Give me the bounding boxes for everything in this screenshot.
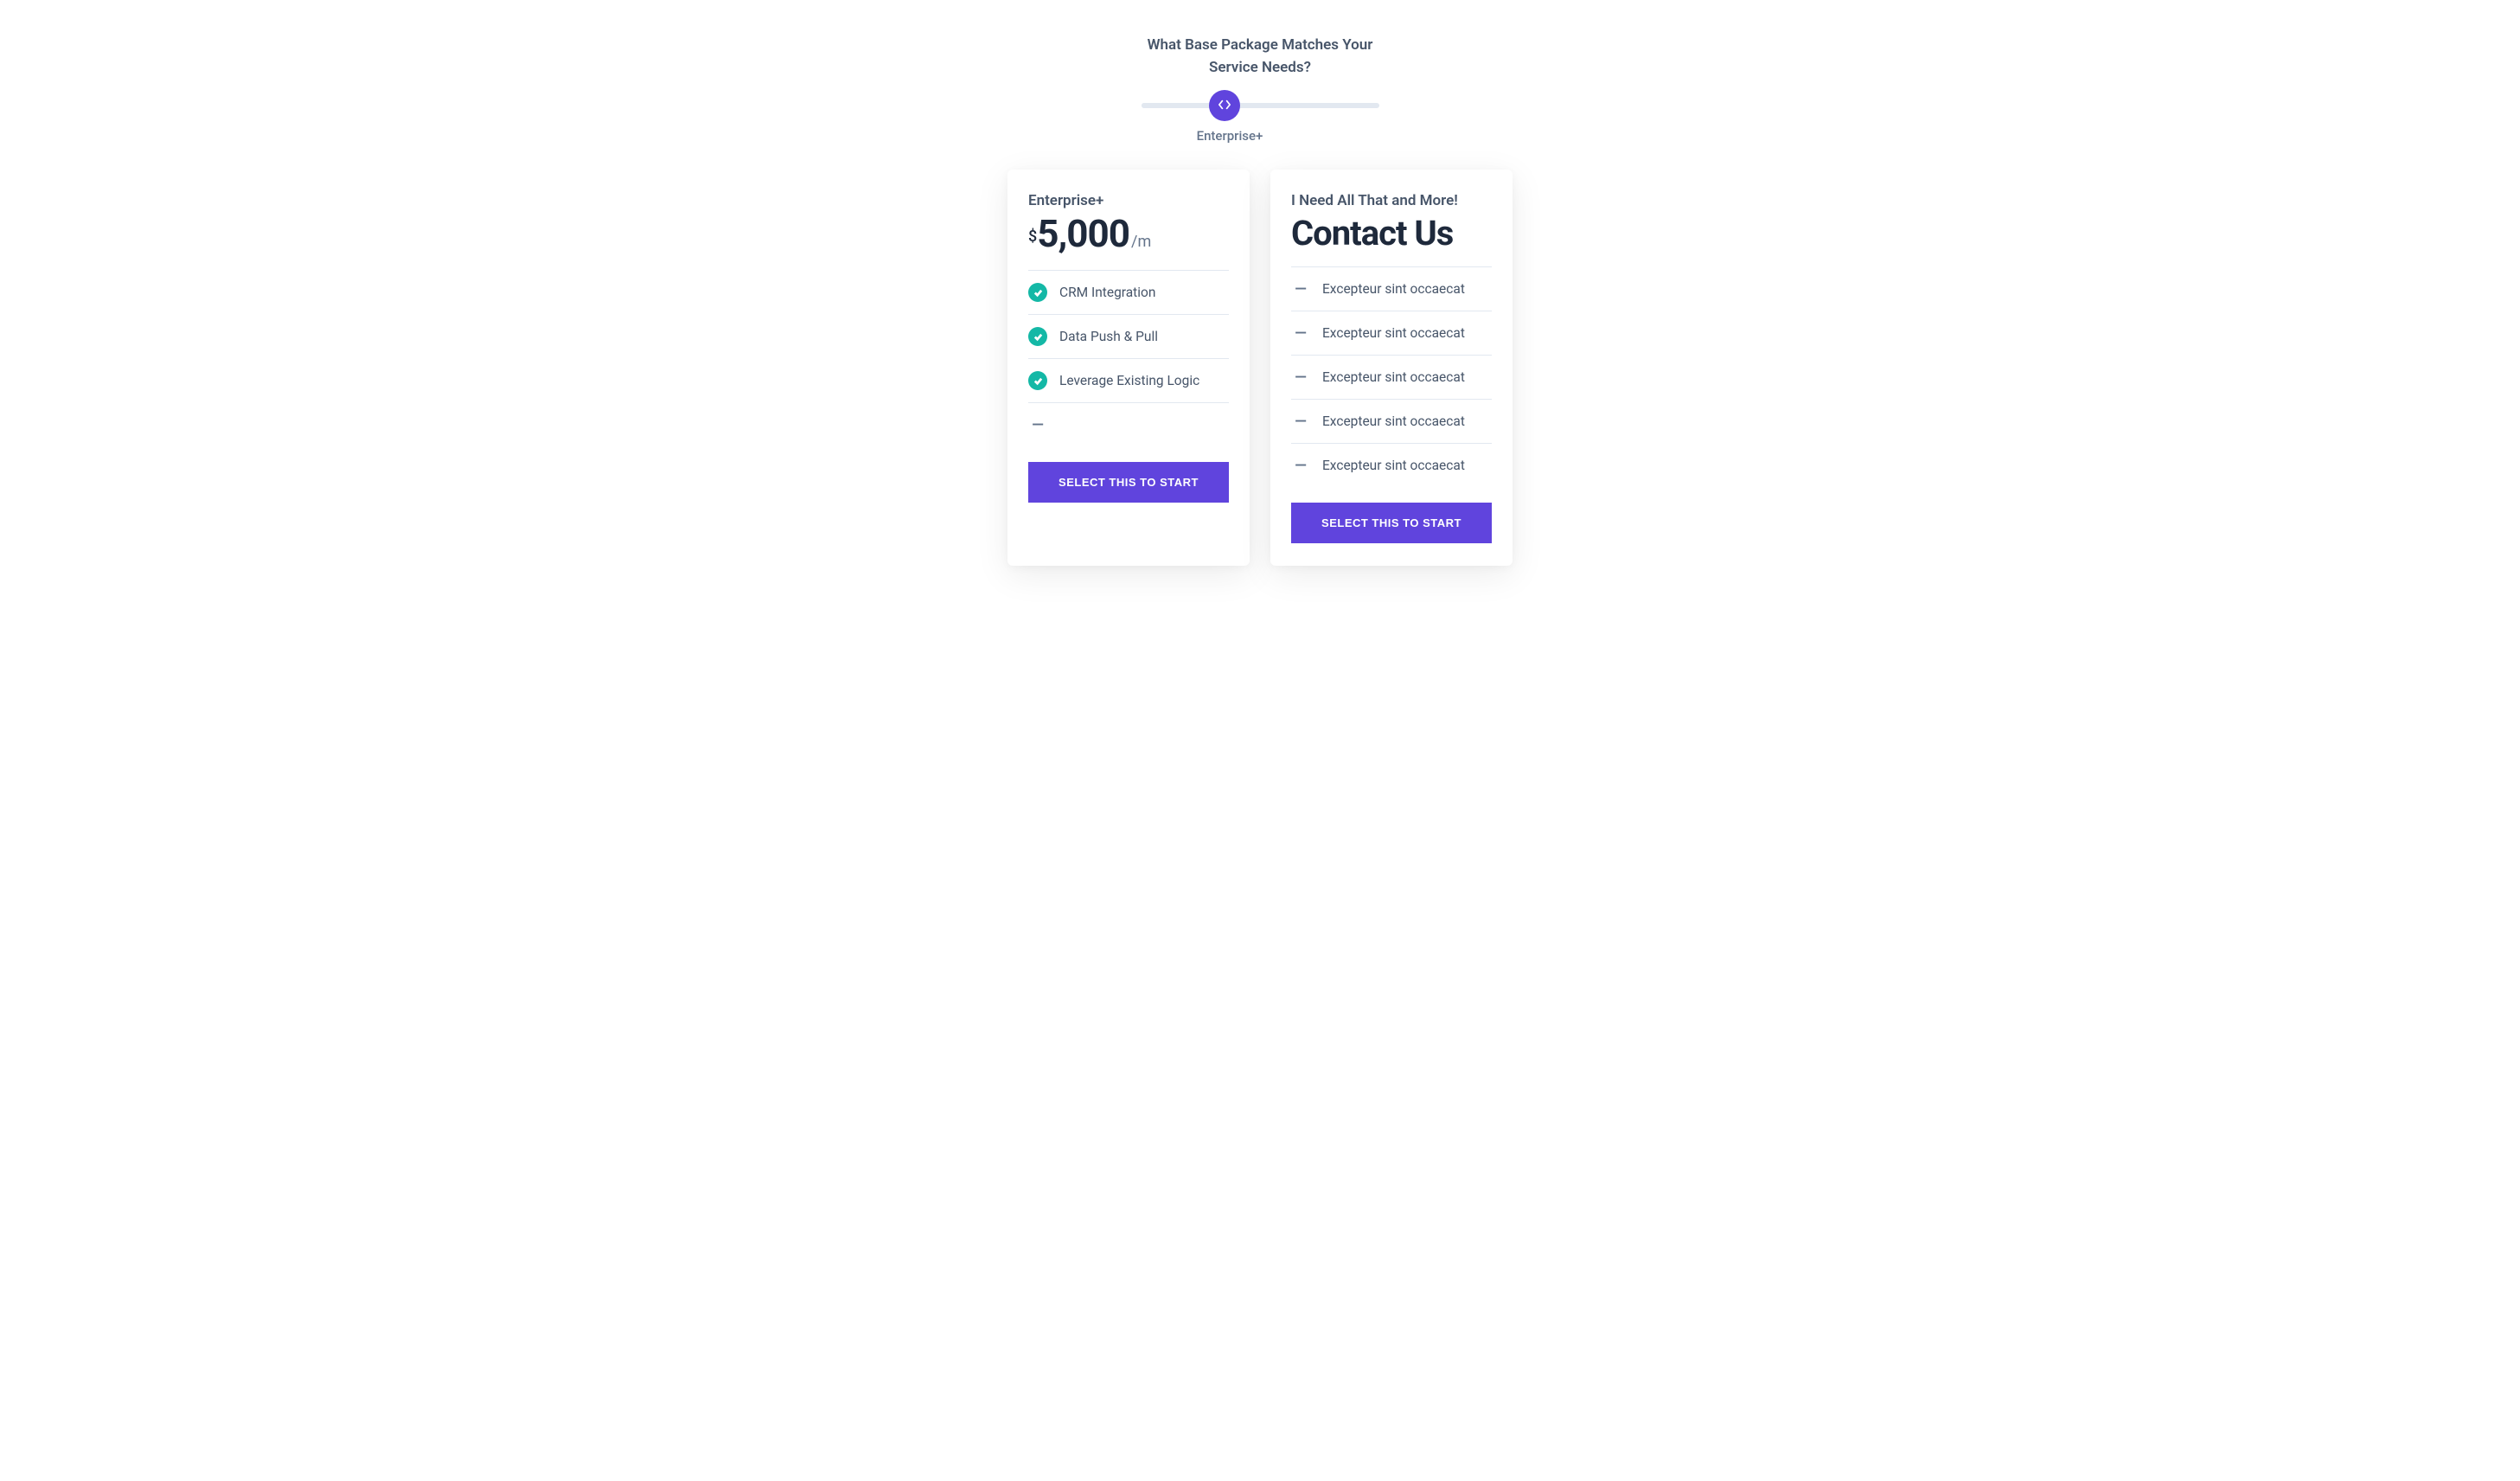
slider-grip-icon: [1218, 98, 1231, 114]
select-button[interactable]: SELECT THIS TO START: [1028, 462, 1229, 503]
card-title: I Need All That and More!: [1291, 192, 1492, 209]
pricing-cards: Enterprise+ $ 5,000 /m CRM Integration D…: [828, 170, 1692, 566]
dash-icon: —: [1291, 456, 1310, 475]
feature-item: CRM Integration: [1028, 270, 1229, 314]
feature-text: CRM Integration: [1059, 285, 1155, 300]
slider-handle[interactable]: [1209, 90, 1240, 121]
feature-item: — Excepteur sint occaecat: [1291, 266, 1492, 311]
check-icon: [1028, 371, 1047, 390]
dash-icon: —: [1291, 324, 1310, 343]
feature-text: Leverage Existing Logic: [1059, 373, 1199, 388]
card-title: Enterprise+: [1028, 192, 1229, 209]
dash-icon: —: [1291, 412, 1310, 431]
check-icon: [1028, 283, 1047, 302]
feature-text: Excepteur sint occaecat: [1322, 281, 1465, 297]
contact-heading: Contact Us: [1291, 215, 1492, 253]
feature-item: — Excepteur sint occaecat: [1291, 399, 1492, 443]
check-icon: [1028, 327, 1047, 346]
feature-item: — Excepteur sint occaecat: [1291, 311, 1492, 355]
feature-item: Data Push & Pull: [1028, 314, 1229, 358]
price-currency: $: [1028, 228, 1037, 246]
slider-section: Enterprise+: [828, 103, 1692, 144]
feature-item: —: [1028, 402, 1229, 446]
dash-icon: —: [1028, 415, 1047, 434]
feature-item: — Excepteur sint occaecat: [1291, 355, 1492, 399]
dash-icon: —: [1291, 368, 1310, 387]
price-row: $ 5,000 /m: [1028, 215, 1229, 253]
dash-icon: —: [1291, 279, 1310, 298]
feature-list: — Excepteur sint occaecat — Excepteur si…: [1291, 266, 1492, 487]
pricing-card-contact: I Need All That and More! Contact Us — E…: [1270, 170, 1513, 566]
pricing-container: What Base Package Matches Your Service N…: [828, 35, 1692, 566]
feature-list: CRM Integration Data Push & Pull Leverag…: [1028, 270, 1229, 446]
feature-text: Excepteur sint occaecat: [1322, 369, 1465, 385]
page-heading: What Base Package Matches Your Service N…: [1139, 35, 1381, 79]
feature-text: Excepteur sint occaecat: [1322, 325, 1465, 341]
feature-text: Excepteur sint occaecat: [1322, 414, 1465, 429]
price-period: /m: [1131, 233, 1151, 251]
slider-track[interactable]: [1142, 103, 1379, 108]
feature-item: — Excepteur sint occaecat: [1291, 443, 1492, 487]
feature-text: Excepteur sint occaecat: [1322, 458, 1465, 473]
pricing-card-enterprise: Enterprise+ $ 5,000 /m CRM Integration D…: [1007, 170, 1250, 566]
price-value: 5,000: [1037, 215, 1129, 253]
feature-item: Leverage Existing Logic: [1028, 358, 1229, 402]
select-button[interactable]: SELECT THIS TO START: [1291, 503, 1492, 543]
slider-label: Enterprise+: [1197, 128, 1263, 144]
feature-text: Data Push & Pull: [1059, 329, 1158, 344]
